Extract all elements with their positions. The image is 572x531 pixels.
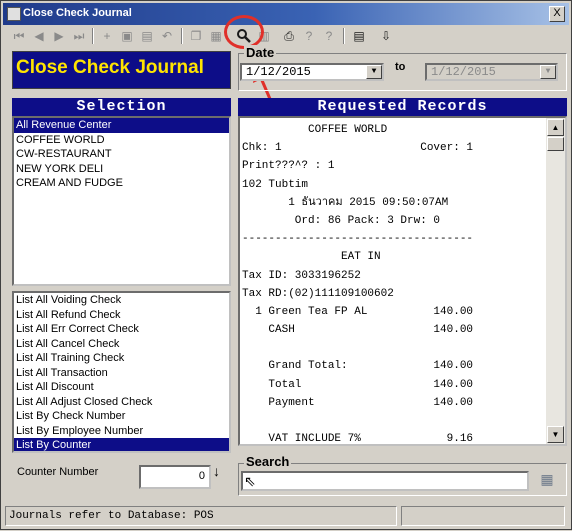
down-arrow-icon[interactable]: ↓ [213, 463, 220, 479]
search-label: Search [244, 454, 292, 469]
revenue-center-item[interactable]: NEW YORK DELI [14, 162, 229, 177]
banner-title: Close Check Journal [16, 57, 204, 78]
close-check-journal-window: Close Check Journal X ⏮ ◀ ▶ ⏭ + ▣ ▤ ↶ ❐ … [0, 0, 572, 530]
record-line: Total 140.00 [242, 378, 474, 391]
mouse-cursor-icon: ⇖ [244, 473, 256, 489]
status-text: Journals refer to Database: POS [5, 506, 397, 526]
report-option-item[interactable]: List By Counter [14, 438, 229, 451]
report-option-item[interactable]: List All Cancel Check [14, 337, 229, 352]
record-line: Tax ID: 3033196252 [242, 269, 361, 282]
records-text: COFFEE WORLD Chk: 1 Cover: 1 Print???^? : … [242, 121, 474, 446]
record-line: ----------------------------------- [242, 233, 474, 246]
date-from-combo[interactable]: 1/12/2015 ▼ [240, 63, 384, 81]
counter-number-label: Counter Number [17, 466, 99, 478]
record-line: 102 Tubtim [242, 178, 309, 191]
revenue-center-item[interactable]: All Revenue Center [14, 118, 229, 133]
counter-number-input[interactable]: 0 [139, 465, 211, 489]
chevron-down-icon[interactable]: ▼ [366, 65, 382, 79]
chevron-down-icon: ▼ [540, 65, 556, 79]
record-line: 1 ธันวาคม 2015 09:50:07AM [242, 196, 449, 209]
record-line: COFFEE WORLD [242, 124, 388, 136]
records-scrollbar[interactable]: ▲ ▼ [546, 118, 565, 444]
report-option-item[interactable]: List All Err Correct Check [14, 322, 229, 337]
date-to-label: to [395, 61, 406, 73]
report-option-item[interactable]: List All Discount [14, 380, 229, 395]
revenue-center-item[interactable]: COFFEE WORLD [14, 133, 229, 148]
record-line: Print???^? : 1 [242, 160, 335, 173]
revenue-center-list[interactable]: All Revenue Center COFFEE WORLD CW-RESTAUR… [12, 116, 231, 286]
record-line: VAT INCLUDE 7% 9.16 [242, 433, 474, 446]
report-option-item[interactable]: List By Check Number [14, 409, 229, 424]
date-to-value: 1/12/2015 [431, 65, 496, 79]
scroll-thumb[interactable] [547, 137, 564, 151]
report-option-item[interactable]: List All Voiding Check [14, 293, 229, 308]
revenue-center-item[interactable]: CREAM AND FUDGE [14, 176, 229, 191]
report-option-item[interactable]: List All Refund Check [14, 308, 229, 323]
status-bar: Journals refer to Database: POS [5, 506, 565, 526]
records-viewer[interactable]: COFFEE WORLD Chk: 1 Cover: 1 Print???^? : … [238, 116, 567, 446]
record-line: Grand Total: 140.00 [242, 360, 474, 373]
record-line: 1 Green Tea FP AL 140.00 [242, 305, 474, 318]
record-line: Payment 140.00 [242, 396, 474, 409]
record-line: Ord: 86 Pack: 3 Drw: 0 [242, 214, 441, 227]
status-pane-secondary [401, 506, 565, 526]
revenue-center-item[interactable]: CW-RESTAURANT [14, 147, 229, 162]
scroll-up-icon[interactable]: ▲ [547, 119, 564, 136]
date-from-value: 1/12/2015 [246, 65, 311, 79]
record-line: Tax RD:(02)111109100602 [242, 287, 394, 300]
search-button-icon[interactable]: ▦ [536, 468, 558, 490]
scroll-down-icon[interactable]: ▼ [547, 426, 564, 443]
report-option-item[interactable]: List All Adjust Closed Check [14, 395, 229, 410]
records-header: Requested Records [238, 98, 567, 116]
report-option-list[interactable]: List All Voiding Check List All Refund Ch… [12, 291, 231, 453]
date-to-combo: 1/12/2015 ▼ [425, 63, 558, 81]
report-option-item[interactable]: List All Training Check [14, 351, 229, 366]
record-line [242, 339, 473, 357]
record-line: Chk: 1 Cover: 1 [242, 142, 474, 155]
date-label: Date [244, 45, 277, 60]
selection-header: Selection [12, 98, 231, 116]
record-line: EAT IN [242, 251, 381, 264]
report-option-item[interactable]: List By Employee Number [14, 424, 229, 439]
journal-banner: Close Check Journal [12, 51, 231, 89]
record-line [242, 412, 473, 430]
search-input[interactable]: ⇖ [241, 471, 529, 491]
report-option-item[interactable]: List All Transaction [14, 366, 229, 381]
record-line: CASH 140.00 [242, 324, 474, 337]
